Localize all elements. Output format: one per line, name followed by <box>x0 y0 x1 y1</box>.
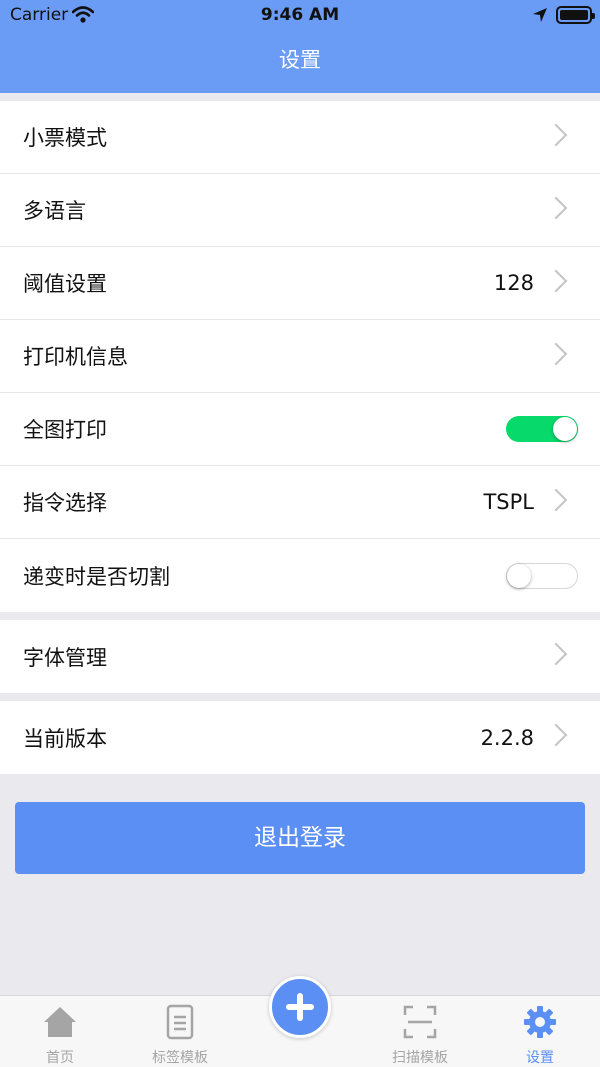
chevron-right-icon <box>544 488 568 512</box>
settings-row-receipt-mode[interactable]: 小票模式 <box>0 101 600 174</box>
settings-group-printing: 小票模式 多语言 阈值设置 128 打印机信息 全图打印 指令选择 TSPL 递… <box>0 101 600 612</box>
row-label: 多语言 <box>23 199 86 223</box>
settings-group-fonts: 字体管理 <box>0 620 600 693</box>
tab-settings[interactable]: 设置 <box>480 996 600 1067</box>
settings-row-command-select[interactable]: 指令选择 TSPL <box>0 466 600 539</box>
gradient-cut-toggle[interactable] <box>506 562 578 589</box>
location-icon <box>533 8 547 22</box>
row-label: 全图打印 <box>23 418 107 442</box>
gear-icon <box>524 1006 556 1038</box>
settings-row-font-management[interactable]: 字体管理 <box>0 620 600 693</box>
row-label: 阈值设置 <box>23 272 107 296</box>
add-button[interactable] <box>269 976 331 1038</box>
row-label: 指令选择 <box>23 491 107 515</box>
status-time: 9:46 AM <box>260 5 340 25</box>
row-label: 字体管理 <box>23 645 107 670</box>
chevron-right-icon <box>544 342 568 366</box>
chevron-right-icon <box>544 269 568 293</box>
page-title: 设置 <box>279 48 321 72</box>
status-bar: Carrier 9:46 AM <box>0 0 600 32</box>
row-label: 打印机信息 <box>23 345 128 369</box>
document-icon <box>166 1004 194 1040</box>
settings-row-printer-info[interactable]: 打印机信息 <box>0 320 600 393</box>
settings-group-version: 当前版本 2.2.8 <box>0 701 600 774</box>
settings-row-current-version[interactable]: 当前版本 2.2.8 <box>0 701 600 774</box>
chevron-right-icon <box>544 642 568 666</box>
header: Carrier 9:46 AM 设置 <box>0 0 600 93</box>
row-value: 128 <box>493 271 534 295</box>
row-label: 小票模式 <box>23 126 107 150</box>
logout-button[interactable]: 退出登录 <box>15 802 585 874</box>
tab-home[interactable]: 首页 <box>0 996 120 1067</box>
tab-label: 设置 <box>526 1050 554 1066</box>
chevron-right-icon <box>544 723 568 747</box>
row-value: 2.2.8 <box>480 725 534 750</box>
row-value: TSPL <box>483 490 534 514</box>
tab-label: 首页 <box>46 1050 74 1066</box>
scan-icon <box>403 1005 437 1039</box>
row-label: 当前版本 <box>23 726 107 751</box>
settings-row-gradient-cut: 递变时是否切割 <box>0 539 600 612</box>
toggle-knob <box>507 563 531 588</box>
full-image-print-toggle[interactable] <box>506 416 578 442</box>
tab-label-templates[interactable]: 标签模板 <box>120 996 240 1067</box>
chevron-right-icon <box>544 196 568 220</box>
row-label: 递变时是否切割 <box>23 564 170 589</box>
settings-row-threshold[interactable]: 阈值设置 128 <box>0 247 600 320</box>
settings-row-full-image-print: 全图打印 <box>0 393 600 466</box>
chevron-right-icon <box>544 123 568 147</box>
toggle-knob <box>553 417 577 441</box>
settings-row-language[interactable]: 多语言 <box>0 174 600 247</box>
home-icon <box>44 1007 76 1037</box>
battery-icon <box>556 6 595 24</box>
tab-label: 扫描模板 <box>392 1050 448 1066</box>
tab-label: 标签模板 <box>152 1050 208 1066</box>
tab-scan-templates[interactable]: 扫描模板 <box>360 996 480 1067</box>
